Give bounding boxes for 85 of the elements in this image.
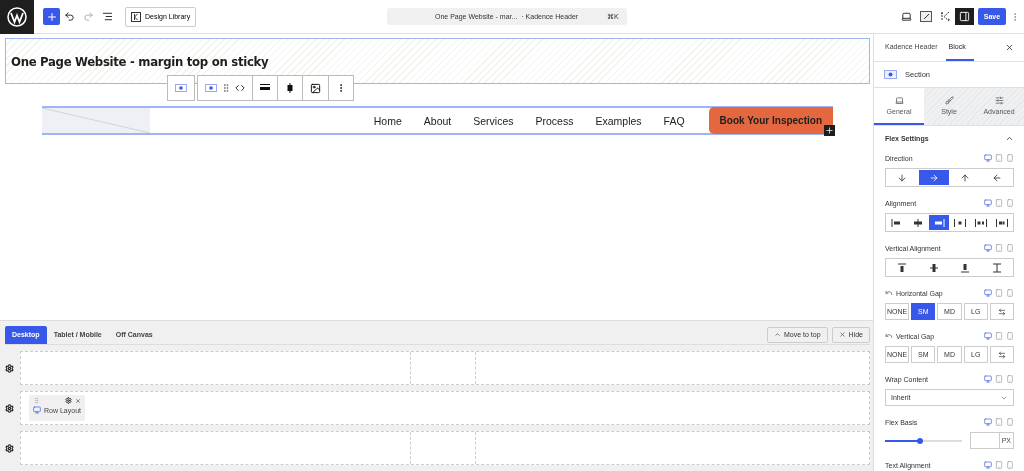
phone-icon[interactable] <box>1006 244 1014 252</box>
tablet-icon[interactable] <box>995 332 1003 340</box>
tablet-icon[interactable] <box>995 461 1003 469</box>
swap-icon <box>997 350 1006 359</box>
nav-link[interactable]: Services <box>462 114 525 127</box>
alignment-icon <box>975 218 987 227</box>
kadence-icon <box>131 11 141 22</box>
drag-icon[interactable] <box>221 83 231 93</box>
section-icon <box>205 84 217 92</box>
tablet-icon[interactable] <box>995 199 1003 207</box>
desktop-icon[interactable] <box>984 199 992 207</box>
desktop-icon[interactable] <box>984 418 992 426</box>
vertical-alignment-icon <box>897 262 908 273</box>
nav-link[interactable]: Home <box>362 114 413 127</box>
justify-icon <box>260 84 270 92</box>
settings-panel-button[interactable] <box>955 8 974 25</box>
nav-link[interactable]: FAQ <box>652 114 696 127</box>
tablet-icon[interactable] <box>995 154 1003 162</box>
phone-icon[interactable] <box>1006 375 1014 383</box>
gear-icon[interactable] <box>65 397 72 404</box>
number-field[interactable] <box>970 432 1000 449</box>
reset-icon[interactable] <box>885 332 893 340</box>
arrow-icon <box>991 172 1002 183</box>
nav-link[interactable]: Process <box>524 114 585 127</box>
gear-icon[interactable] <box>5 363 14 373</box>
desktop-icon[interactable] <box>984 332 992 340</box>
vertical-alignment-icon <box>991 262 1002 273</box>
gear-icon[interactable] <box>5 403 14 413</box>
reset-icon[interactable] <box>885 289 893 297</box>
phone-icon[interactable] <box>1006 289 1014 297</box>
sliders-icon <box>994 96 1004 105</box>
phone-icon[interactable] <box>1006 154 1014 162</box>
collapse-icon[interactable] <box>1005 134 1014 143</box>
move-icon[interactable] <box>235 83 245 93</box>
swap-icon <box>997 307 1006 316</box>
cta-button[interactable]: Book Your Inspection <box>708 107 833 134</box>
tablet-icon[interactable] <box>995 375 1003 383</box>
close-icon[interactable] <box>75 397 81 404</box>
add-block-button[interactable] <box>43 8 60 25</box>
custom-button[interactable] <box>989 303 1014 320</box>
gear-icon[interactable] <box>5 443 14 453</box>
section-icon <box>884 70 897 79</box>
desktop-icon[interactable] <box>984 375 992 383</box>
desktop-icon[interactable] <box>984 154 992 162</box>
alignment-icon <box>912 218 924 227</box>
close-icon <box>1005 43 1014 52</box>
image-icon <box>310 82 321 94</box>
phone-icon[interactable] <box>1006 199 1014 207</box>
alignment-icon <box>933 218 945 227</box>
phone-icon[interactable] <box>1006 418 1014 426</box>
page-title: One Page Website - margin top on sticky <box>11 53 269 69</box>
tablet-icon[interactable] <box>995 244 1003 252</box>
desktop-icon[interactable] <box>984 461 992 469</box>
vertical-alignment-icon <box>960 262 971 273</box>
desktop-icon[interactable] <box>984 244 992 252</box>
nav-link[interactable]: Examples <box>584 114 653 127</box>
desktop-icon <box>33 406 41 414</box>
wordpress-logo[interactable] <box>0 0 34 34</box>
nav-link[interactable]: About <box>412 114 463 127</box>
align-icon <box>285 83 295 93</box>
close-icon <box>838 331 846 338</box>
arrow-icon <box>897 172 908 183</box>
add-icon[interactable] <box>824 125 835 136</box>
slider-track[interactable] <box>885 439 962 442</box>
wordpress-icon <box>7 6 27 27</box>
alignment-icon <box>996 218 1008 227</box>
custom-button[interactable] <box>989 346 1014 363</box>
phone-icon[interactable] <box>1006 332 1014 340</box>
option-button[interactable] <box>918 170 949 185</box>
brush-icon <box>944 96 954 105</box>
desktop-icon[interactable] <box>984 289 992 297</box>
laptop-icon <box>894 96 904 105</box>
slider-thumb[interactable] <box>916 437 923 444</box>
alignment-icon <box>954 218 966 227</box>
vertical-alignment-icon <box>928 262 939 273</box>
arrow-icon <box>960 172 971 183</box>
plus-icon <box>45 10 58 23</box>
phone-icon[interactable] <box>1006 461 1014 469</box>
chevron-icon <box>774 331 781 338</box>
section-icon <box>175 84 187 92</box>
option-button[interactable] <box>929 215 949 230</box>
alignment-icon <box>891 218 903 227</box>
tablet-icon[interactable] <box>995 289 1003 297</box>
tablet-icon[interactable] <box>995 418 1003 426</box>
arrow-icon <box>928 172 939 183</box>
